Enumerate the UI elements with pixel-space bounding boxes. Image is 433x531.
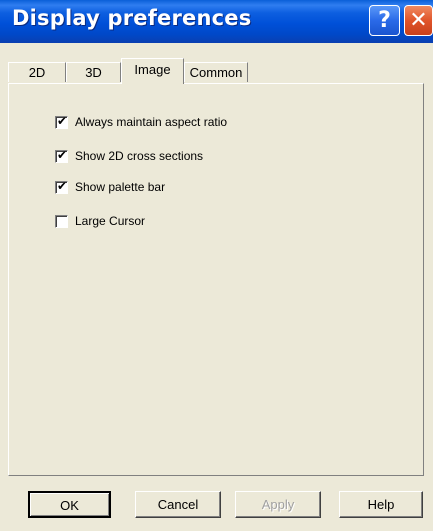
option-2d-cross-sections[interactable]: ✔ Show 2D cross sections xyxy=(55,148,203,164)
tab-3d-label: 3D xyxy=(85,65,102,80)
aspect-ratio-label: Always maintain aspect ratio xyxy=(75,115,228,129)
option-aspect-ratio[interactable]: ✔ Always maintain aspect ratio xyxy=(55,114,227,130)
close-button[interactable]: ✕ xyxy=(404,5,433,36)
option-palette-bar[interactable]: ✔ Show palette bar xyxy=(55,179,165,195)
tab-panel-image: ✔ Always maintain aspect ratio ✔ Show 2D… xyxy=(8,83,424,476)
large-cursor-label: Large Cursor xyxy=(75,214,146,228)
apply-button[interactable]: Apply xyxy=(235,491,321,518)
palette-bar-checkbox[interactable]: ✔ xyxy=(55,178,68,194)
ok-button[interactable]: OK xyxy=(28,491,111,518)
tab-image-label: Image xyxy=(134,62,171,77)
checkmark-icon: ✔ xyxy=(57,178,68,193)
cross-sections-checkbox[interactable]: ✔ xyxy=(55,147,68,163)
close-icon: ✕ xyxy=(409,8,428,33)
tab-common[interactable]: Common xyxy=(184,62,248,82)
palette-bar-label: Show palette bar xyxy=(75,180,166,194)
checkmark-icon: ✔ xyxy=(57,113,68,128)
help-button[interactable]: Help xyxy=(339,491,423,518)
option-large-cursor[interactable]: Large Cursor xyxy=(55,213,145,229)
display-preferences-dialog: Display preferences ? ✕ 2D 3D Image Comm… xyxy=(0,0,433,531)
tab-2d-label: 2D xyxy=(28,65,46,80)
tab-common-label: Common xyxy=(189,65,243,80)
checkmark-icon: ✔ xyxy=(57,147,68,162)
tab-image[interactable]: Image xyxy=(121,58,184,84)
title-bar[interactable]: Display preferences ? ✕ xyxy=(0,0,433,43)
large-cursor-checkbox[interactable] xyxy=(55,214,68,228)
aspect-ratio-checkbox[interactable]: ✔ xyxy=(55,113,68,129)
help-title-button[interactable]: ? xyxy=(369,5,400,36)
cancel-button[interactable]: Cancel xyxy=(135,491,221,518)
help-icon: ? xyxy=(378,8,391,33)
cross-sections-label: Show 2D cross sections xyxy=(75,149,204,163)
tab-3d[interactable]: 3D xyxy=(66,62,121,82)
window-title: Display preferences xyxy=(12,6,252,30)
tab-2d[interactable]: 2D xyxy=(8,62,66,82)
